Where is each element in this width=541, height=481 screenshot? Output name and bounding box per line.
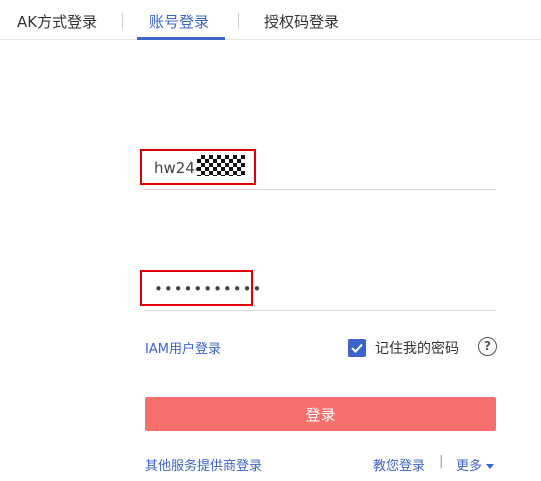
remember-password-label: 记住我的密码: [375, 341, 459, 357]
password-highlight-box: [140, 270, 253, 306]
more-dropdown[interactable]: 更多: [456, 455, 495, 474]
help-icon[interactable]: ?: [478, 337, 497, 356]
remember-password-checkbox[interactable]: 记住我的密码: [348, 338, 459, 358]
login-tabs: AK方式登录 账号登录 授权码登录: [0, 0, 541, 40]
tab-auth-code-login[interactable]: 授权码登录: [264, 11, 339, 32]
active-tab-indicator: [137, 37, 225, 40]
iam-user-login-link[interactable]: IAM用户登录: [145, 338, 221, 357]
other-provider-login-link[interactable]: 其他服务提供商登录: [145, 455, 262, 474]
footer-separator: |: [439, 454, 444, 469]
tab-ak-login[interactable]: AK方式登录: [17, 11, 97, 32]
caret-down-icon: [486, 464, 495, 469]
more-label: 更多: [456, 459, 483, 474]
tab-divider: [122, 13, 123, 29]
tab-divider: [238, 13, 239, 29]
tutorial-login-link[interactable]: 教您登录: [373, 455, 425, 474]
login-button[interactable]: 登录: [145, 397, 496, 431]
account-highlight-box: [140, 149, 256, 185]
checkbox-checked-icon[interactable]: [348, 339, 366, 357]
tab-account-login[interactable]: 账号登录: [149, 11, 209, 32]
